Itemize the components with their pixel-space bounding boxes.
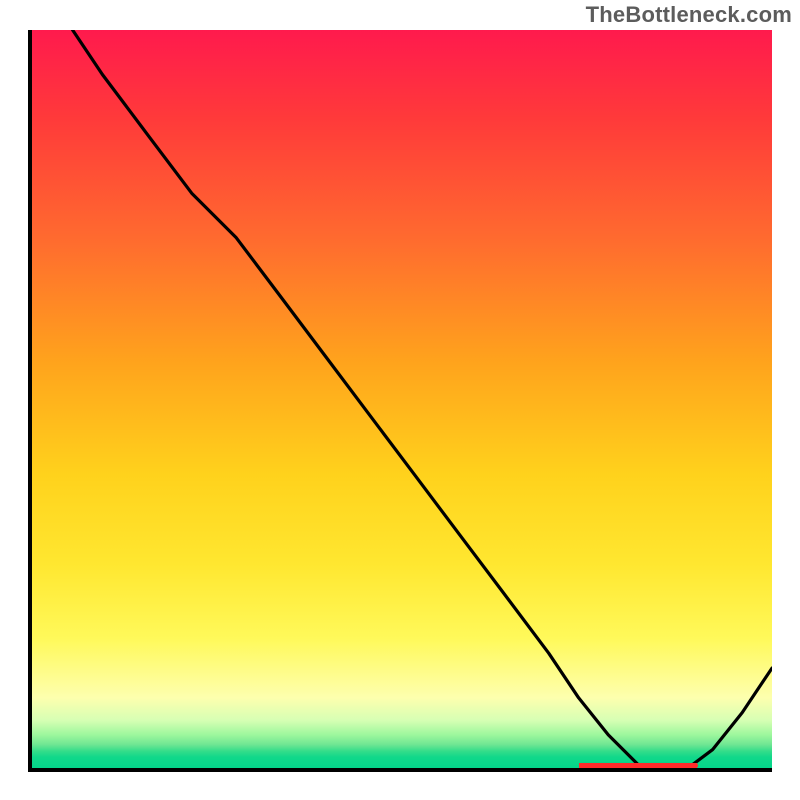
plot-area xyxy=(28,30,772,772)
curve-path xyxy=(73,30,772,772)
chart-container: TheBottleneck.com xyxy=(0,0,800,800)
watermark-text: TheBottleneck.com xyxy=(586,2,792,28)
optimal-range-marker xyxy=(579,763,698,768)
bottleneck-curve xyxy=(28,30,772,772)
